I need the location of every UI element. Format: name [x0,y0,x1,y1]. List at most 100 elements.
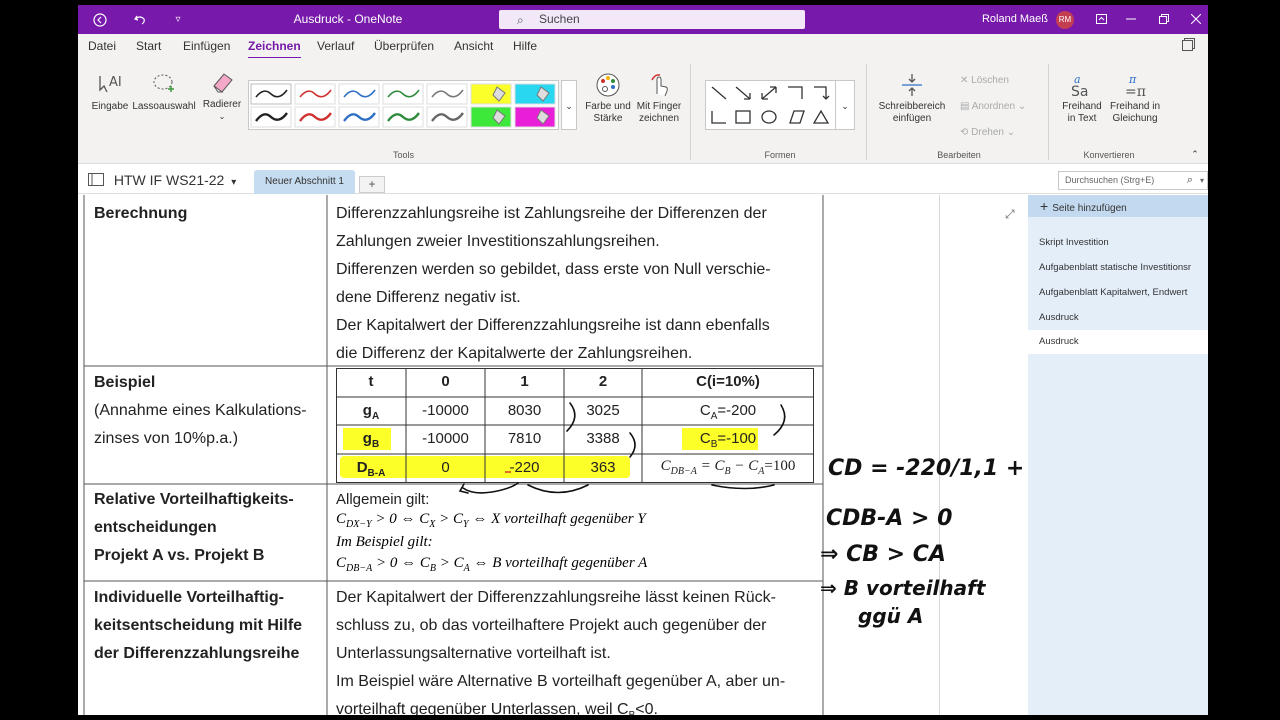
page-margin-line [939,195,940,715]
search-box[interactable]: ⌕ Suchen [499,10,805,29]
plus-icon: + [1040,198,1049,214]
eingabe-button[interactable]: AI Eingabe [90,72,130,113]
shape-gallery [705,80,855,130]
menu-bar: Datei Start Einfügen Zeichnen Verlauf Üb… [78,34,1208,59]
table-cell: -220 [509,459,540,476]
schreibbereich-button[interactable]: Schreibbereich einfügen [874,72,950,125]
formula-general: CDX−Y > 0 ⇔ CX > CY ⇔ X vorteilhaft gege… [336,511,646,530]
search-placeholder: Suchen [539,12,580,26]
anordnen-button[interactable]: ▤ Anordnen ⌄ [960,101,1040,113]
formula-example: CDB−A > 0 ⇔ CB > CA ⇔ B vorteilhaft gege… [336,555,648,574]
collapse-ribbon-icon[interactable]: ⌃ [1188,148,1202,160]
add-page-button[interactable]: + Seite hinzufügen [1028,195,1208,217]
handwritten-line: CDB-A > 0 [826,506,952,531]
row-header-dba: DB-A [356,459,386,479]
section-tab[interactable]: Neuer Abschnitt 1 [254,170,355,194]
ink-arrowhead [458,483,469,494]
table-cell: 363 [590,459,616,476]
drehen-button[interactable]: ⟲ Drehen ⌄ [960,127,1040,139]
row-text-individuell: Der Kapitalwert der Differenzzahlungsrei… [336,584,785,715]
text-line: Im Beispiel wäre Alternative B vorteilha… [336,673,786,690]
expand-icon[interactable]: ⤢ [1005,207,1015,222]
handwritten-line: ⇒ CB > CA [820,542,946,567]
text-line: Zahlungen zweier Investitionszahlungsrei… [336,233,660,250]
pen-swatches[interactable] [249,81,560,131]
example-label: Im Beispiel gilt: [336,534,433,550]
table-cell: 7810 [507,430,542,447]
lasso-button[interactable]: Lassoauswahl [132,72,196,113]
page-item[interactable]: Skript Investition [1039,237,1208,248]
table-cell: 3025 [586,402,620,419]
col-header-1: 1 [520,373,529,390]
table-cell: 3388 [586,430,620,447]
tab-datei[interactable]: Datei [88,39,116,53]
text-line: die Differenz der Kapitalwerte der Zahlu… [336,345,693,362]
arrange-icon: ▤ [960,101,972,112]
text-line: Unterlassungsalternative vorteilhaft ist… [336,645,611,662]
table-cell: -10000 [422,430,469,447]
close-icon[interactable] [1188,5,1204,34]
avatar[interactable]: RM [1056,11,1074,29]
svg-text:AI: AI [109,75,122,90]
freihand-gleichung-button[interactable]: π =π Freihand in Gleichung [1106,72,1164,125]
user-name: Roland Maeß [981,13,1048,25]
page-item[interactable]: Aufgabenblatt statische Investitionsr [1039,262,1208,273]
add-section-button[interactable]: + [359,176,385,193]
handwritten-equation: CD = -220/1,1 + 363/1,1² = 100 [828,456,1028,481]
ribbon-display-icon[interactable] [1093,5,1109,34]
notebook-selector[interactable]: HTW IF WS21-22 ▾ [88,172,236,188]
table-cell: CB=-100 [699,430,757,450]
radierer-button[interactable]: Radierer ⌄ [200,70,244,123]
notebook-pane-icon[interactable] [1182,38,1195,54]
tab-hilfe[interactable]: Hilfe [513,39,537,53]
handwritten-line: ⇒ B vorteilhaft [820,576,987,600]
example-table: t 0 1 2 C(i=10%) gA -10000 8030 3025 CA=… [336,368,814,483]
text-line: Differenzzahlungsreihe ist Zahlungsreihe… [336,205,767,222]
undo-icon[interactable] [130,5,150,34]
table-cell: 0 [441,459,450,476]
text-line: schluss zu, ob das vorteilhaftere Projek… [336,617,767,634]
col-header-2: 2 [598,373,608,390]
back-icon[interactable] [90,5,110,34]
text-line: Differenzen werden so gebildet, dass ers… [336,261,771,278]
rotate-icon: ⟲ [960,127,972,138]
row-text-berechnung: Differenzzahlungsreihe ist Zahlungsreihe… [336,200,771,368]
lasso-icon [132,72,196,98]
notebook-bar: HTW IF WS21-22 ▾ Neuer Abschnitt 1 + Dur… [78,168,1208,194]
maximize-icon[interactable] [1156,5,1172,34]
notebook-search-input[interactable]: Durchsuchen (Strg+E) ⌕ ▾ [1058,171,1208,190]
svg-text:=π: =π [1125,84,1146,98]
pen-gallery-expand-icon[interactable]: ⌄ [561,80,577,130]
ink-arrow [527,484,589,494]
tab-ansicht[interactable]: Ansicht [454,39,493,53]
loeschen-button[interactable]: ✕ Löschen [960,75,1030,87]
tab-zeichnen[interactable]: Zeichnen [248,39,301,59]
page-canvas[interactable]: ⤢ Berechnung Differenzzahlungsreihe ist … [78,195,1028,715]
page-item-selected[interactable]: Ausdruck [1028,330,1208,354]
shape-gallery-expand-icon[interactable]: ⌄ [835,80,855,130]
notebook-name: HTW IF WS21-22 [113,172,225,188]
ink-to-text-icon: a Sa [1058,72,1106,100]
tab-start[interactable]: Start [136,39,161,53]
minimize-icon[interactable] [1123,5,1139,34]
row-header-ga: gA [362,402,380,422]
quick-access-dropdown-icon[interactable]: ▿ [168,5,188,34]
search-icon: ⌕ [1186,174,1193,186]
chevron-down-icon: ▾ [1199,176,1204,185]
farbe-button[interactable]: Farbe und Stärke [582,72,634,125]
insert-space-icon [874,72,950,98]
group-konvertieren-label: Konvertieren [1083,150,1135,160]
group-formen-label: Formen [764,150,796,160]
finger-button[interactable]: Mit Finger zeichnen [634,72,684,125]
table-cell: CA=-200 [699,402,757,422]
tab-ueberpruefen[interactable]: Überprüfen [374,39,434,53]
page-item[interactable]: Aufgabenblatt Kapitalwert, Endwert [1039,287,1208,298]
freihand-text-button[interactable]: a Sa Freihand in Text [1058,72,1106,125]
chevron-down-icon: ▾ [231,177,237,188]
shape-swatches[interactable] [706,81,856,131]
search-icon: ⌕ [517,13,524,27]
separator [866,64,867,160]
tab-verlauf[interactable]: Verlauf [317,39,354,53]
tab-einfuegen[interactable]: Einfügen [183,39,230,53]
page-item[interactable]: Ausdruck [1039,312,1208,323]
